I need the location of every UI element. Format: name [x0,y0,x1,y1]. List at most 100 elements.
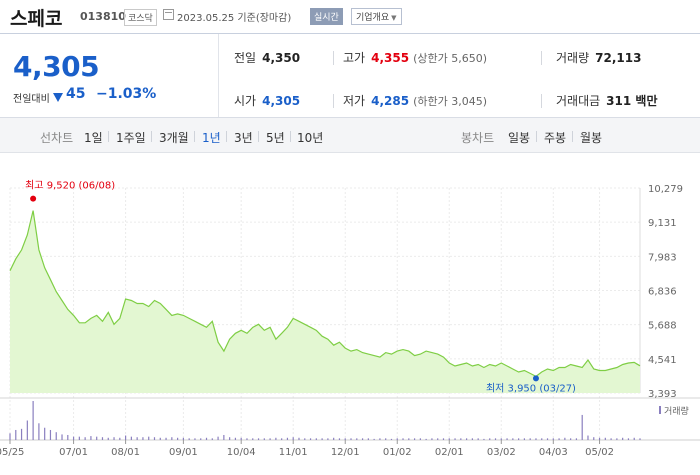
candle-monthly[interactable]: 월봉 [580,129,602,146]
change-label: 전일대비 [13,94,50,105]
x-tick-label: 10/04 [227,447,256,458]
volume-bar [327,438,329,440]
volume-bar [529,438,531,440]
volume-label: 거래량 [556,51,590,65]
period-1y[interactable]: 1년 [202,129,221,146]
period-1d[interactable]: 1일 [84,129,103,146]
volume-bar [581,414,583,440]
volume-bar [26,420,28,440]
volume-bar [171,437,173,440]
divider [151,131,152,142]
volume-legend: 거래량 [664,405,689,417]
period-bar: 선차트 1일 1주일 3개월 1년 3년 5년 10년 봉차트 일봉 주봉 월봉 [0,118,700,153]
volume-bar [15,429,17,440]
x-tick-label: 05/25 [0,447,24,458]
low-value: 4,285 [371,94,410,108]
x-tick-label: 07/01 [59,447,88,458]
volume-bar [234,437,237,440]
volume-bar [32,401,34,440]
company-overview-label: 기업개요 [356,13,390,23]
line-chart-label: 선차트 [40,131,74,145]
volume-bar [211,438,213,440]
company-overview-dropdown[interactable]: 기업개요 ▼ [351,8,402,25]
volume-bar [535,438,537,440]
volume-bar [298,437,300,440]
divider [290,131,291,142]
period-5y[interactable]: 5년 [266,129,285,146]
lower-limit: (하한가 3,045) [413,95,487,108]
x-tick-label: 08/01 [111,447,140,458]
divider [536,131,537,142]
volume-bar [217,436,219,440]
volume-bar [442,438,445,440]
divider [333,94,334,108]
period-10y[interactable]: 10년 [297,129,323,146]
volume-bar [252,438,254,440]
candle-daily[interactable]: 일봉 [508,129,530,146]
volume-bar [402,438,404,440]
volume-bar [304,438,306,440]
low-price: 저가 4,285 (하한가 3,045) [343,92,487,109]
volume-bar [130,436,132,440]
divider [108,131,109,142]
volume-bar [38,423,40,440]
period-3m[interactable]: 3개월 [159,129,189,146]
volume-bar [182,437,184,440]
volume-bar [489,438,491,440]
upper-limit: (상한가 5,650) [413,52,487,65]
volume-bar [333,437,335,440]
volume-bar [512,438,514,440]
y-tick-label: 10,279 [648,184,683,195]
volume-bar [200,438,202,440]
volume-bar [9,433,11,440]
y-tick-label: 9,131 [648,218,677,229]
volume-bar [558,438,560,440]
base-date: 2023.05.25 기준(장마감) [177,13,292,24]
volume-bar [275,437,277,440]
volume-bar [124,435,127,440]
max-point [30,195,37,202]
prev-close-label: 전일 [234,51,257,65]
realtime-button[interactable]: 실시간 [310,8,343,25]
volume-bar [55,432,57,440]
volume-bar [471,438,473,440]
volume-bar [165,437,167,440]
open-value: 4,305 [262,94,301,108]
volume-bar [153,437,156,440]
period-1w[interactable]: 1주일 [116,129,146,146]
volume-bar [425,438,427,440]
volume-bar [257,438,260,440]
volume-bar [598,437,601,440]
volume-bar [604,437,606,440]
x-axis-ticks: 05/25 07/01 08/01 09/01 10/04 11/01 12/01 01/02… [0,440,614,458]
volume-bar [466,438,468,440]
volume-bar [616,438,618,440]
volume-bar [361,438,364,440]
y-axis-ticks: 10,279 9,131 7,983 6,836 5,688 4,541 3,393 [648,184,683,400]
candle-chart-label: 봉차트 [461,131,495,145]
period-3y[interactable]: 3년 [234,129,253,146]
candle-weekly[interactable]: 주봉 [544,129,566,146]
amount-label: 거래대금 [556,94,601,108]
volume-bar [373,438,375,440]
divider [226,131,227,142]
volume-bar [437,438,439,440]
volume-bar [315,438,317,440]
volume-bar [385,438,387,440]
down-triangle-icon [53,93,63,102]
volume-bar [113,437,115,440]
volume-bar [142,437,144,440]
open-price: 시가 4,305 [234,92,300,109]
calendar-icon [163,9,174,20]
volume-bar [448,438,450,440]
volume-bar [570,438,572,440]
volume-bar [309,438,312,440]
volume-bar [627,438,630,440]
volume-bar [177,437,179,440]
volume-bar [107,437,109,440]
low-label: 저가 [343,94,366,108]
volume-bar [72,436,75,440]
stock-header: 스페코 013810 코스닥 2023.05.25 기준(장마감) 실시간 기업… [0,0,700,33]
min-point [532,375,539,382]
volume-bar [286,437,289,440]
